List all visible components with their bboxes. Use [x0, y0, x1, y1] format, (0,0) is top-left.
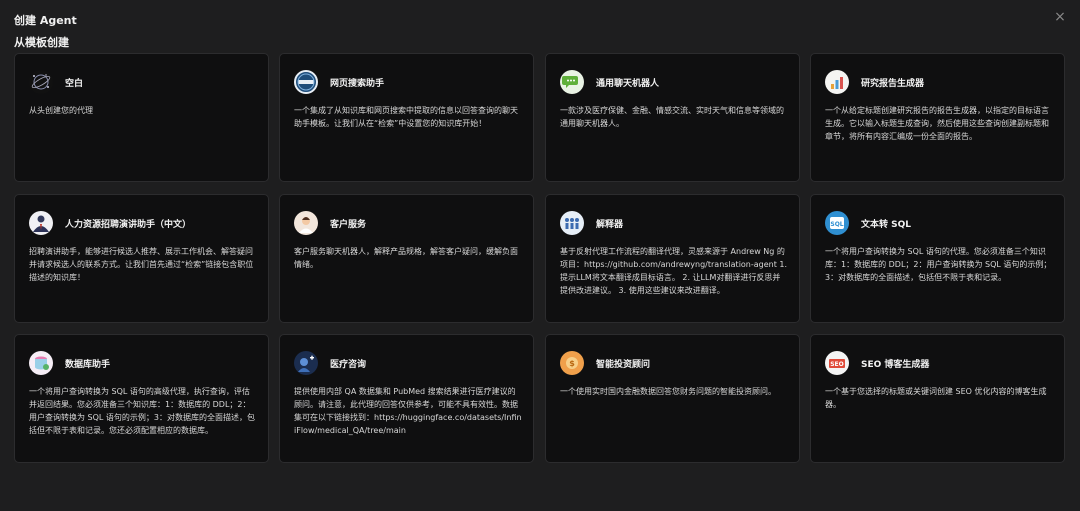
- chat-bubble-icon: [560, 70, 584, 94]
- template-card-general-chatbot[interactable]: 通用聊天机器人 一款涉及医疗保健、金融、情感交流、实时天气和信息等领域的通用聊天…: [545, 53, 800, 182]
- card-description: 一个集成了从知识库和网页搜索中提取的信息以回答查询的聊天助手模板。让我们从在“检…: [294, 106, 518, 128]
- web-search-icon: [294, 70, 318, 94]
- translator-icon: [560, 211, 584, 235]
- card-description: 基于反射代理工作流程的翻译代理，灵感来源于 Andrew Ng 的项目：http…: [560, 247, 788, 295]
- card-title: 数据库助手: [65, 359, 111, 370]
- blank-icon: [29, 70, 53, 94]
- card-title: 通用聊天机器人: [596, 78, 660, 89]
- card-title: 空白: [65, 78, 84, 89]
- card-description: 一个将用户查询转换为 SQL 语句的代理。您必须准备三个知识库：1：数据库的 D…: [825, 247, 1052, 282]
- template-card-blank[interactable]: 空白 从头创建您的代理: [14, 53, 269, 182]
- card-title: SEO 博客生成器: [861, 359, 930, 370]
- template-card-web-search[interactable]: 网页搜索助手 一个集成了从知识库和网页搜索中提取的信息以回答查询的聊天助手模板。…: [279, 53, 534, 182]
- template-card-text-to-sql[interactable]: SQL 文本转 SQL 一个将用户查询转换为 SQL 语句的代理。您必须准备三个…: [810, 194, 1065, 323]
- card-title: 解释器: [596, 219, 624, 230]
- template-card-database-assistant[interactable]: 数据库助手 一个将用户查询转换为 SQL 语句的高级代理，执行查询，评估并返回结…: [14, 334, 269, 463]
- medical-icon: [294, 351, 318, 375]
- card-title: 智能投资顾问: [596, 359, 651, 370]
- svg-text:SQL: SQL: [830, 221, 843, 228]
- sql-icon: SQL: [825, 211, 849, 235]
- card-description: 一个基于您选择的标题或关键词创建 SEO 优化内容的博客生成器。: [825, 387, 1047, 409]
- card-title: 人力资源招聘演讲助手（中文）: [65, 219, 192, 230]
- card-title: 医疗咨询: [330, 359, 367, 370]
- create-agent-dialog: 创建 Agent × 从模板创建 空白 从头创建您的代理 网页搜索助手 一个集成…: [0, 0, 1080, 511]
- card-title: 网页搜索助手: [330, 78, 385, 89]
- template-card-research-report[interactable]: 研究报告生成器 一个从给定标题创建研究报告的报告生成器，以指定的目标语言生成。它…: [810, 53, 1065, 182]
- customer-service-icon: [294, 211, 318, 235]
- template-card-customer-service[interactable]: 客户服务 客户服务聊天机器人，解释产品规格，解答客户疑问，缓解负面情绪。: [279, 194, 534, 323]
- recruiter-icon: [29, 211, 53, 235]
- svg-text:$: $: [569, 359, 575, 368]
- seo-icon: SEO: [825, 351, 849, 375]
- template-card-hr-recruiter[interactable]: 人力资源招聘演讲助手（中文） 招聘演讲助手，能够进行候选人推荐、展示工作机会、解…: [14, 194, 269, 323]
- close-icon[interactable]: ×: [1052, 9, 1068, 25]
- card-description: 从头创建您的代理: [29, 106, 93, 115]
- template-card-investment-advisor[interactable]: $ 智能投资顾问 一个使用实时国内金融数据回答您财务问题的智能投资顾问。: [545, 334, 800, 463]
- section-title: 从模板创建: [14, 36, 69, 49]
- template-card-medical-consultation[interactable]: 医疗咨询 提供使用内部 QA 数据集和 PubMed 搜索结果进行医疗建议的顾问…: [279, 334, 534, 463]
- template-card-seo-blog[interactable]: SEO SEO 博客生成器 一个基于您选择的标题或关键词创建 SEO 优化内容的…: [810, 334, 1065, 463]
- card-title: 文本转 SQL: [861, 219, 912, 230]
- svg-text:SEO: SEO: [830, 361, 844, 368]
- investment-icon: $: [560, 351, 584, 375]
- card-title: 客户服务: [330, 219, 367, 230]
- card-description: 客户服务聊天机器人，解释产品规格，解答客户疑问，缓解负面情绪。: [294, 247, 518, 269]
- card-description: 提供使用内部 QA 数据集和 PubMed 搜索结果进行医疗建议的顾问。请注意，…: [294, 387, 522, 435]
- template-card-translator[interactable]: 解释器 基于反射代理工作流程的翻译代理，灵感来源于 Andrew Ng 的项目：…: [545, 194, 800, 323]
- card-description: 一个从给定标题创建研究报告的报告生成器，以指定的目标语言生成。它以输入标题生成查…: [825, 106, 1049, 141]
- card-title: 研究报告生成器: [861, 78, 925, 89]
- card-description: 一个使用实时国内金融数据回答您财务问题的智能投资顾问。: [560, 387, 776, 396]
- dialog-title: 创建 Agent: [14, 14, 77, 27]
- card-description: 一个将用户查询转换为 SQL 语句的高级代理，执行查询，评估并返回结果。您必须准…: [29, 387, 256, 435]
- database-icon: [29, 351, 53, 375]
- card-description: 一款涉及医疗保健、金融、情感交流、实时天气和信息等领域的通用聊天机器人。: [560, 106, 784, 128]
- card-description: 招聘演讲助手，能够进行候选人推荐、展示工作机会、解答疑问并请求候选人的联系方式。…: [29, 247, 254, 282]
- report-icon: [825, 70, 849, 94]
